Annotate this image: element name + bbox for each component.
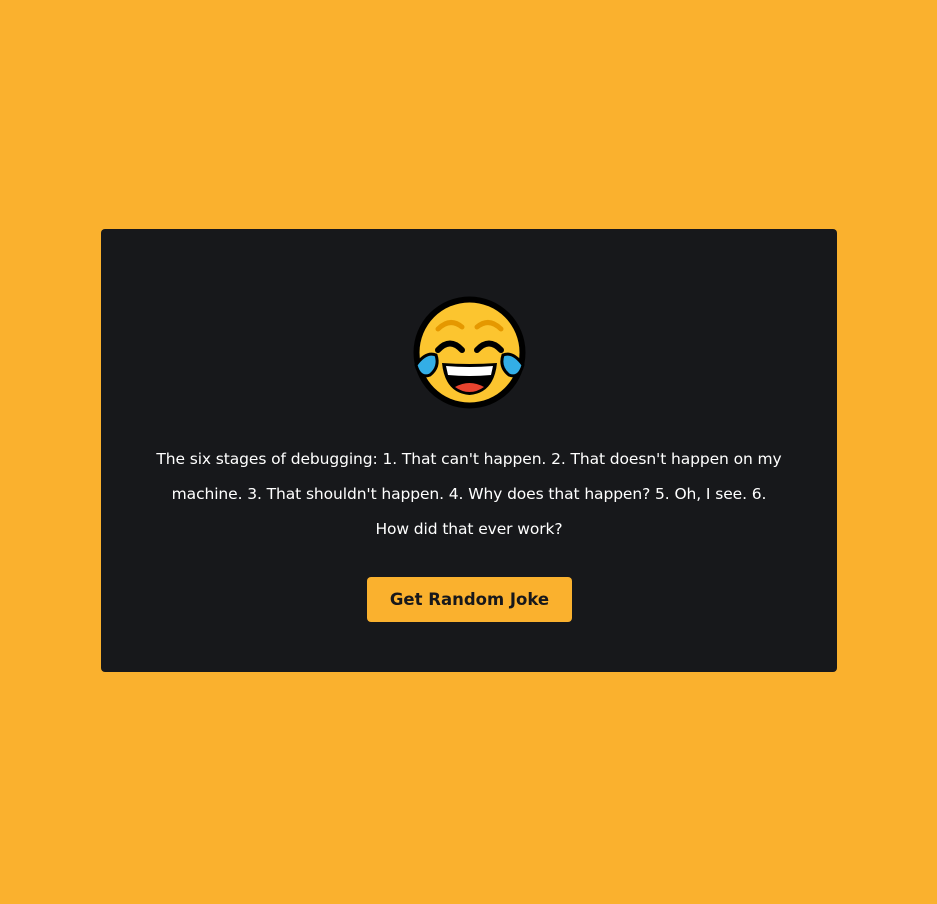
get-random-joke-button[interactable]: Get Random Joke xyxy=(367,577,572,622)
joke-text: The six stages of debugging: 1. That can… xyxy=(156,450,782,538)
joke-card: The six stages of debugging: 1. That can… xyxy=(101,229,837,672)
laughing-crying-emoji-icon xyxy=(412,295,527,410)
